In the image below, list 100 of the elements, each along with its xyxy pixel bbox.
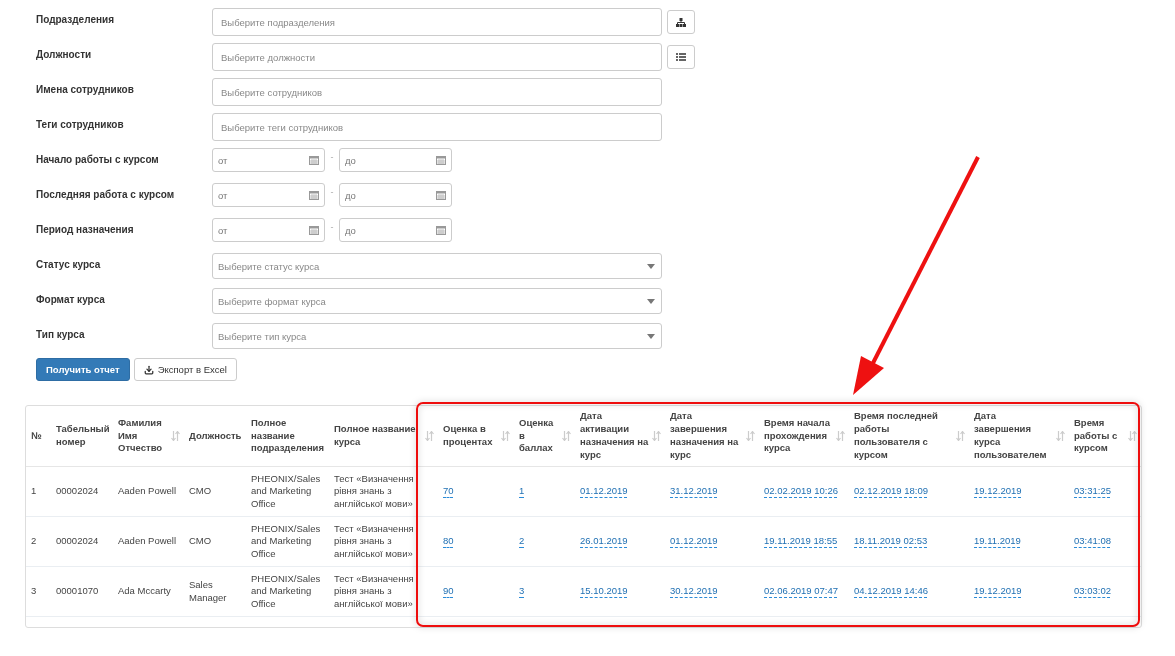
table-cell: 1 bbox=[31, 485, 37, 497]
value-link[interactable]: 3 bbox=[519, 585, 525, 597]
date-from-field[interactable]: от bbox=[212, 183, 325, 207]
select-field[interactable]: Выберите подразделения bbox=[212, 8, 662, 36]
value-link[interactable]: 01.12.2019 bbox=[670, 535, 718, 547]
select-field[interactable]: Выберите сотрудников bbox=[212, 78, 662, 106]
hierarchy-icon bbox=[676, 17, 686, 27]
table-cell: Тест «Визначення рівня знань з англійської мови» bbox=[334, 473, 414, 509]
list-icon bbox=[676, 53, 686, 61]
value-link[interactable]: 90 bbox=[443, 585, 454, 597]
sort-icon[interactable] bbox=[1128, 431, 1137, 441]
field-label: Начало работы с курсом bbox=[36, 153, 160, 165]
dropdown-field[interactable]: Выберите статус курса bbox=[212, 253, 662, 279]
caret-icon bbox=[647, 298, 655, 304]
sort-icon[interactable] bbox=[956, 431, 965, 441]
column-header[interactable]: Дата активации назначения на курс bbox=[575, 406, 665, 467]
value-link[interactable]: 03:41:08 bbox=[1074, 535, 1111, 547]
table-cell: Тест «Визначення рівня знань з англійської мови» bbox=[334, 573, 414, 609]
value-link[interactable]: 02.02.2019 10:26 bbox=[764, 485, 838, 497]
value-link[interactable]: 2 bbox=[519, 535, 525, 547]
field-label: Теги сотрудников bbox=[36, 118, 125, 130]
value-link[interactable]: 02.12.2019 18:09 bbox=[854, 485, 928, 497]
column-header[interactable]: Дата завершения назначения на курс bbox=[665, 406, 759, 467]
caret-icon bbox=[647, 263, 655, 269]
range-separator: - bbox=[329, 222, 335, 232]
value-link[interactable]: 80 bbox=[443, 535, 454, 547]
table-cell: Sales Manager bbox=[189, 579, 227, 603]
table-cell: Тест «Визначення рівня знань з англійської мови» bbox=[334, 523, 414, 559]
sort-icon[interactable] bbox=[425, 431, 434, 441]
select-field[interactable]: Выберите теги сотрудников bbox=[212, 113, 662, 141]
field-label: Должности bbox=[36, 48, 93, 60]
value-link[interactable]: 04.12.2019 14:46 bbox=[854, 585, 928, 597]
value-link[interactable]: 15.10.2019 bbox=[580, 585, 628, 597]
column-header: Полное название подразделения bbox=[246, 406, 329, 467]
table-cell: CMO bbox=[189, 535, 212, 547]
column-header[interactable]: Оценка в процентах bbox=[438, 406, 514, 467]
column-header: № bbox=[26, 406, 51, 467]
sort-icon[interactable] bbox=[501, 431, 510, 441]
column-header[interactable]: Фамилия Имя Отчество bbox=[113, 406, 184, 467]
calendar-icon bbox=[436, 190, 446, 200]
dropdown-field[interactable]: Выберите формат курса bbox=[212, 288, 662, 314]
sort-icon[interactable] bbox=[652, 431, 661, 441]
field-label: Формат курса bbox=[36, 293, 106, 305]
column-header[interactable]: Полное название курса bbox=[329, 406, 438, 467]
value-link[interactable]: 03:03:02 bbox=[1074, 585, 1111, 597]
sort-icon[interactable] bbox=[1056, 431, 1065, 441]
date-to-field[interactable]: до bbox=[339, 148, 452, 172]
field-label: Статус курса bbox=[36, 258, 102, 270]
value-link[interactable]: 02.06.2019 07:47 bbox=[764, 585, 838, 597]
table-cell: Aaden Powell bbox=[118, 485, 177, 497]
value-link[interactable]: 19.11.2019 18:55 bbox=[764, 535, 838, 547]
column-header[interactable]: Время работы с курсом bbox=[1069, 406, 1141, 467]
date-to-field[interactable]: до bbox=[339, 183, 452, 207]
value-link[interactable]: 26.01.2019 bbox=[580, 535, 628, 547]
caret-icon bbox=[647, 333, 655, 339]
tree-button[interactable] bbox=[667, 10, 695, 34]
table-cell: 00002024 bbox=[56, 535, 99, 547]
value-link[interactable]: 70 bbox=[443, 485, 454, 497]
value-link[interactable]: 31.12.2019 bbox=[670, 485, 718, 497]
value-link[interactable]: 03:31:25 bbox=[1074, 485, 1111, 497]
value-link[interactable]: 30.12.2019 bbox=[670, 585, 718, 597]
column-header[interactable]: Время последней работы пользователя с курсом bbox=[849, 406, 969, 467]
column-header[interactable]: Дата завершения курса пользователем bbox=[969, 406, 1069, 467]
sort-icon[interactable] bbox=[836, 431, 845, 441]
download-icon bbox=[143, 364, 154, 375]
column-header: Табельный номер bbox=[51, 406, 113, 467]
select-field[interactable]: Выберите должности bbox=[212, 43, 662, 71]
value-link[interactable]: 19.11.2019 bbox=[974, 535, 1021, 547]
table-cell: 2 bbox=[31, 535, 37, 547]
calendar-icon bbox=[436, 155, 446, 165]
calendar-icon bbox=[309, 155, 319, 165]
column-header[interactable]: Время начала прохождения курса bbox=[759, 406, 849, 467]
sort-icon[interactable] bbox=[562, 431, 571, 441]
dropdown-field[interactable]: Выберите тип курса bbox=[212, 323, 662, 349]
value-link[interactable]: 19.12.2019 bbox=[974, 485, 1022, 497]
value-link[interactable]: 19.12.2019 bbox=[974, 585, 1022, 597]
list-button[interactable] bbox=[667, 45, 695, 69]
get-report-button[interactable]: Получить отчет bbox=[36, 358, 130, 381]
table-cell: Ada Mccarty bbox=[118, 585, 171, 597]
date-from-field[interactable]: от bbox=[212, 148, 325, 172]
calendar-icon bbox=[436, 225, 446, 235]
date-from-field[interactable]: от bbox=[212, 218, 325, 242]
column-header[interactable]: Оценка в баллах bbox=[514, 406, 575, 467]
value-link[interactable]: 1 bbox=[519, 485, 525, 497]
value-link[interactable]: 18.11.2019 02:53 bbox=[854, 535, 928, 547]
export-button[interactable]: Экспорт в Excel bbox=[133, 358, 237, 381]
table-cell: PHEONIX/Sales and Marketing Office bbox=[251, 523, 321, 559]
table-cell: 00001070 bbox=[56, 585, 99, 597]
sort-icon[interactable] bbox=[171, 431, 180, 441]
calendar-icon bbox=[309, 225, 319, 235]
table-cell: PHEONIX/Sales and Marketing Office bbox=[251, 573, 321, 609]
value-link[interactable]: 01.12.2019 bbox=[580, 485, 628, 497]
column-header: Должность bbox=[184, 406, 246, 467]
date-to-field[interactable]: до bbox=[339, 218, 452, 242]
table-cell: PHEONIX/Sales and Marketing Office bbox=[251, 473, 321, 509]
field-label: Последняя работа с курсом bbox=[36, 188, 176, 200]
sort-icon[interactable] bbox=[746, 431, 755, 441]
field-label: Период назначения bbox=[36, 223, 135, 235]
table-cell: 00002024 bbox=[56, 485, 99, 497]
table-cell: CMO bbox=[189, 485, 212, 497]
